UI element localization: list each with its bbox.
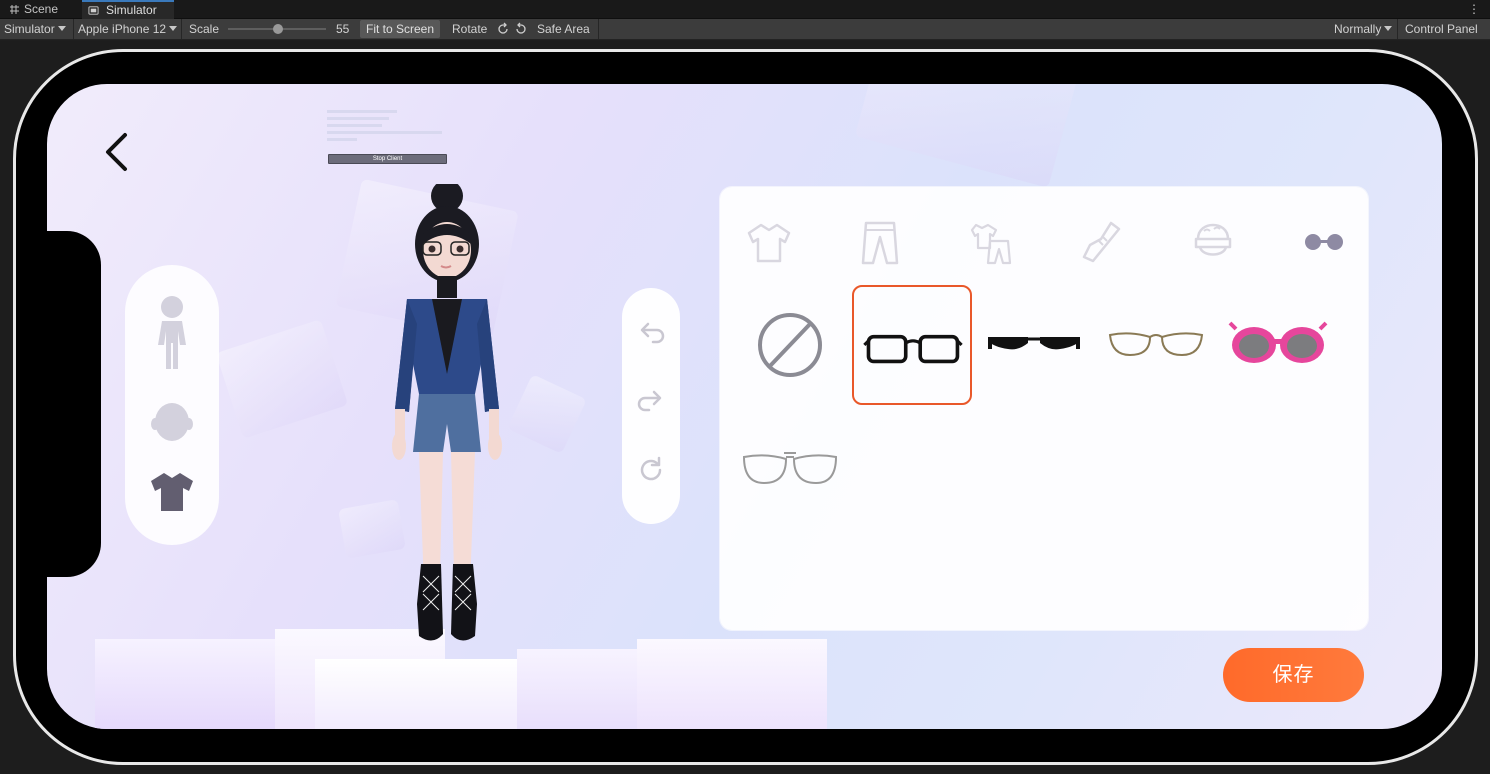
tab-scene-label: Scene — [24, 2, 59, 16]
history-controls — [622, 288, 680, 524]
item-aviator-glasses[interactable] — [730, 407, 850, 527]
tab-scene[interactable]: Scene — [0, 0, 80, 19]
head-icon[interactable] — [149, 398, 195, 444]
item-browline-glasses[interactable] — [974, 285, 1094, 405]
wardrobe-panel — [720, 187, 1368, 630]
background-cube — [854, 84, 1080, 188]
device-dropdown[interactable]: Apple iPhone 12 — [78, 19, 182, 39]
background-cube — [507, 374, 587, 454]
shirt-icon[interactable] — [149, 468, 195, 514]
aviator-glasses-icon — [742, 452, 838, 485]
rectangle-glasses-icon — [863, 334, 963, 364]
shoe-icon[interactable] — [1079, 217, 1125, 267]
debug-overlay — [327, 108, 445, 141]
fit-to-screen-button[interactable]: Fit to Screen — [360, 20, 441, 38]
scale-value: 55 — [336, 22, 350, 36]
floor-block — [637, 639, 827, 729]
reset-icon[interactable] — [635, 454, 667, 486]
item-rectangle-glasses[interactable] — [852, 285, 972, 405]
rotate-left-icon[interactable] — [496, 22, 510, 36]
stop-client-button[interactable]: Stop Client — [328, 154, 447, 164]
device-icon — [88, 6, 99, 15]
avatar-section-nav — [125, 265, 219, 545]
item-wire-glasses[interactable] — [1096, 285, 1216, 405]
browline-glasses-icon — [988, 337, 1080, 350]
avatar-character — [392, 184, 502, 641]
body-icon[interactable] — [149, 295, 195, 371]
wire-glasses-icon — [1108, 332, 1204, 357]
editor-tab-bar: Scene Simulator ⋮ — [0, 0, 1490, 19]
scale-label: Scale — [189, 22, 220, 36]
app-screen: Stop Client 保存 — [47, 84, 1442, 729]
background-cube — [215, 319, 349, 439]
scale-slider-handle[interactable] — [273, 24, 283, 34]
floor-block — [95, 639, 285, 729]
control-panel-button[interactable]: Control Panel — [1405, 19, 1478, 39]
more-options-icon[interactable]: ⋮ — [1468, 2, 1480, 16]
rotate-label: Rotate — [452, 22, 488, 36]
item-pink-sunglasses[interactable] — [1218, 285, 1338, 405]
device-notch — [35, 231, 101, 577]
back-arrow-icon[interactable] — [99, 129, 135, 175]
mode-dropdown[interactable]: Simulator — [4, 19, 74, 39]
rotate-right-icon[interactable] — [514, 22, 528, 36]
tab-simulator[interactable]: Simulator — [82, 0, 174, 19]
simulator-toolbar: Simulator Apple iPhone 12 Scale 55 Fit t… — [0, 19, 1490, 40]
pink-sunglasses-icon — [1228, 321, 1328, 363]
pants-icon[interactable] — [857, 217, 903, 267]
save-button[interactable]: 保存 — [1223, 648, 1364, 702]
hat-icon[interactable] — [1190, 217, 1236, 267]
undo-icon[interactable] — [635, 318, 667, 350]
glasses-icon[interactable] — [1301, 217, 1347, 267]
tab-simulator-label: Simulator — [106, 3, 157, 17]
play-mode-dropdown[interactable]: Normally — [1334, 19, 1398, 39]
top-icon[interactable] — [746, 217, 792, 267]
grid-icon — [10, 5, 19, 14]
safe-area-toggle[interactable]: Safe Area — [531, 19, 599, 39]
item-none[interactable] — [730, 285, 850, 405]
redo-icon[interactable] — [635, 386, 667, 418]
none-icon — [758, 313, 822, 377]
outfit-icon[interactable] — [968, 217, 1014, 267]
simulator-viewport: Stop Client 保存 — [0, 41, 1490, 774]
